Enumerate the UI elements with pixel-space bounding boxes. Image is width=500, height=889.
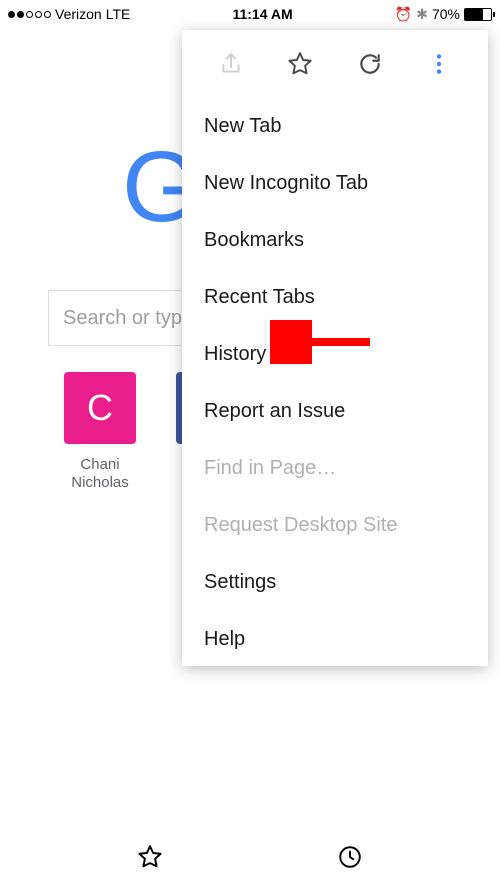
battery-percent-label: 70% bbox=[432, 6, 460, 22]
shortcut-label: Chani Nicholas bbox=[60, 456, 140, 492]
bookmark-star-button[interactable] bbox=[266, 46, 336, 82]
signal-dots bbox=[8, 11, 51, 18]
network-label: LTE bbox=[106, 6, 131, 22]
share-button bbox=[196, 46, 266, 82]
menu-item-history[interactable]: History bbox=[182, 326, 488, 383]
status-bar: Verizon LTE 11:14 AM ⏰ ✱ 70% bbox=[0, 0, 500, 28]
more-options-button[interactable] bbox=[405, 46, 475, 82]
shortcut-tile: C bbox=[64, 372, 136, 444]
overflow-menu: New Tab New Incognito Tab Bookmarks Rece… bbox=[182, 30, 488, 666]
reload-button[interactable] bbox=[335, 46, 405, 82]
menu-item-find-in-page: Find in Page… bbox=[182, 440, 488, 497]
carrier-label: Verizon bbox=[55, 6, 102, 22]
shortcut-chani-nicholas[interactable]: C Chani Nicholas bbox=[60, 372, 140, 492]
battery-icon bbox=[464, 8, 492, 21]
star-icon bbox=[287, 51, 313, 77]
bottom-toolbar bbox=[0, 829, 500, 889]
menu-item-settings[interactable]: Settings bbox=[182, 554, 488, 611]
star-icon bbox=[137, 844, 163, 870]
reload-icon bbox=[357, 51, 383, 77]
menu-item-report-issue[interactable]: Report an Issue bbox=[182, 383, 488, 440]
share-icon bbox=[218, 51, 244, 77]
menu-item-recent-tabs[interactable]: Recent Tabs bbox=[182, 269, 488, 326]
menu-item-bookmarks[interactable]: Bookmarks bbox=[182, 212, 488, 269]
menu-item-request-desktop: Request Desktop Site bbox=[182, 497, 488, 554]
menu-item-new-tab[interactable]: New Tab bbox=[182, 98, 488, 155]
bluetooth-icon: ✱ bbox=[416, 6, 428, 23]
more-vertical-icon bbox=[426, 51, 452, 77]
clock-label: 11:14 AM bbox=[232, 6, 292, 22]
menu-toolbar bbox=[182, 30, 488, 92]
menu-item-help[interactable]: Help bbox=[182, 611, 488, 668]
clock-icon bbox=[337, 844, 363, 870]
menu-item-new-incognito[interactable]: New Incognito Tab bbox=[182, 155, 488, 212]
bookmarks-tab-button[interactable] bbox=[137, 844, 163, 875]
alarm-icon: ⏰ bbox=[395, 6, 412, 23]
recent-tab-button[interactable] bbox=[337, 844, 363, 875]
